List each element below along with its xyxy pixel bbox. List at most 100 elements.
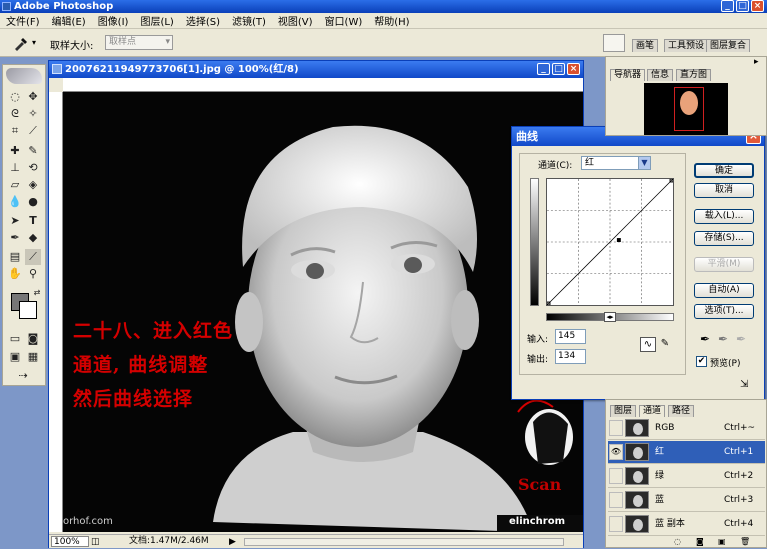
menu-filter[interactable]: 滤镜(T) [226, 13, 272, 28]
channel-row-rgb[interactable]: RGB Ctrl+~ [608, 417, 765, 440]
new-channel-icon[interactable]: ▣ [718, 537, 726, 546]
close-button[interactable]: × [751, 0, 764, 12]
zoom-tool-icon[interactable]: ⚲ [25, 266, 41, 282]
visibility-toggle[interactable] [609, 420, 623, 436]
maximize-button[interactable]: □ [736, 0, 749, 12]
palette-well-icon[interactable] [603, 34, 625, 52]
doc-maximize-button[interactable]: □ [552, 63, 565, 75]
menu-view[interactable]: 视图(V) [272, 13, 319, 28]
screen-mode-full-icon[interactable]: ▦ [25, 349, 41, 365]
navigator-thumbnail[interactable] [644, 83, 728, 135]
status-icon[interactable]: ◫ [91, 536, 100, 549]
quick-mask-mode-icon[interactable]: ◙ [25, 331, 41, 347]
channel-row-blue[interactable]: 蓝 Ctrl+3 [608, 489, 765, 512]
well-tab-brushes[interactable]: 画笔 [632, 39, 659, 52]
feather-logo-icon[interactable] [6, 68, 42, 84]
clone-stamp-tool-icon[interactable]: ⊥ [7, 160, 23, 176]
zoom-field[interactable]: 100% [51, 536, 89, 547]
pencil-icon[interactable]: ✎ [658, 337, 672, 352]
auto-button[interactable]: 自动(A) [694, 283, 754, 298]
channel-select[interactable]: 红 ▼ [581, 156, 651, 170]
slice-tool-icon[interactable]: ⟋ [25, 123, 41, 139]
crop-tool-icon[interactable]: ⌗ [7, 123, 23, 139]
load-selection-icon[interactable]: ◌ [674, 537, 681, 546]
magic-wand-tool-icon[interactable]: ✧ [25, 106, 41, 122]
menu-help[interactable]: 帮助(H) [368, 13, 415, 28]
save-selection-icon[interactable]: ◙ [696, 537, 704, 546]
visibility-toggle[interactable] [609, 492, 623, 508]
standard-mode-icon[interactable]: ▭ [7, 331, 23, 347]
tab-info[interactable]: 信息 [647, 69, 674, 81]
paint-bucket-tool-icon[interactable]: ◈ [25, 177, 41, 193]
lasso-tool-icon[interactable]: ᘓ [7, 106, 23, 122]
status-menu-arrow-icon[interactable]: ▶ [229, 536, 236, 549]
blur-tool-icon[interactable]: 💧 [7, 194, 23, 210]
brush-tool-icon[interactable]: ✎ [25, 143, 41, 159]
white-point-eyedropper-icon[interactable]: ✒ [736, 332, 746, 346]
type-tool-icon[interactable]: T [25, 213, 41, 229]
channel-row-green[interactable]: 绿 Ctrl+2 [608, 465, 765, 488]
menu-image[interactable]: 图像(I) [92, 13, 135, 28]
preview-checkbox[interactable]: ✔ [696, 356, 707, 367]
dodge-tool-icon[interactable]: ● [25, 194, 41, 210]
visibility-toggle[interactable] [609, 468, 623, 484]
tab-layers[interactable]: 图层 [610, 405, 637, 417]
visibility-toggle[interactable] [609, 516, 623, 532]
marquee-tool-icon[interactable]: ◌ [7, 89, 23, 105]
custom-shape-tool-icon[interactable]: ◆ [25, 230, 41, 246]
jump-to-imageready-icon[interactable]: ⇢ [15, 368, 31, 384]
doc-minimize-button[interactable]: _ [537, 63, 550, 75]
app-title-bar: Adobe Photoshop _ □ × [0, 0, 767, 13]
smooth-button[interactable]: 平滑(M) [694, 257, 754, 272]
tab-histogram[interactable]: 直方图 [676, 69, 712, 81]
eyedropper-icon[interactable] [12, 35, 30, 51]
resize-icon[interactable]: ⇲ [740, 379, 748, 390]
chevron-down-icon[interactable]: ▼ [638, 156, 651, 170]
notes-tool-icon[interactable]: ▤ [7, 249, 23, 265]
menu-layer[interactable]: 图层(L) [134, 13, 179, 28]
menu-window[interactable]: 窗口(W) [319, 13, 369, 28]
options-button[interactable]: 选项(T)... [694, 304, 754, 319]
image-canvas[interactable]: 二十八、进入红色 通道, 曲线调整 然后曲线选择 Scan orhof.com … [63, 92, 583, 532]
cancel-button[interactable]: 取消 [694, 183, 754, 198]
gray-point-eyedropper-icon[interactable]: ✒ [718, 332, 728, 346]
path-selection-tool-icon[interactable]: ➤ [7, 213, 23, 229]
tool-preset-dropdown-icon[interactable]: ▾ [32, 38, 36, 47]
history-brush-tool-icon[interactable]: ⟲ [25, 160, 41, 176]
save-button[interactable]: 存储(S)... [694, 231, 754, 246]
curve-edit-icon[interactable]: ∿ [640, 337, 656, 352]
minimize-button[interactable]: _ [721, 0, 734, 12]
healing-brush-tool-icon[interactable]: ✚ [7, 143, 23, 159]
tab-channels[interactable]: 通道 [639, 405, 666, 417]
curve-graph[interactable] [546, 178, 674, 306]
tab-navigator[interactable]: 导航器 [610, 69, 646, 81]
trash-icon[interactable]: 🗑 [740, 537, 750, 546]
tab-paths[interactable]: 路径 [668, 405, 695, 417]
background-color-swatch[interactable] [19, 301, 37, 319]
sample-size-select[interactable]: 取样点 [105, 35, 173, 50]
panel-menu-icon[interactable]: ▸ [754, 57, 759, 67]
channel-row-red[interactable]: 👁 红 Ctrl+1 [608, 441, 765, 464]
output-value-field[interactable]: 134 [555, 349, 586, 364]
pen-tool-icon[interactable]: ✒ [7, 230, 23, 246]
screen-mode-standard-icon[interactable]: ▣ [7, 349, 23, 365]
move-tool-icon[interactable]: ✥ [25, 89, 41, 105]
input-value-field[interactable]: 145 [555, 329, 586, 344]
doc-close-button[interactable]: × [567, 63, 580, 75]
hand-tool-icon[interactable]: ✋ [7, 266, 23, 282]
well-tab-tool-presets[interactable]: 工具预设 [664, 39, 709, 52]
load-button[interactable]: 载入(L)... [694, 209, 754, 224]
eyedropper-tool-icon[interactable]: ⟋ [25, 249, 41, 265]
gradient-toggle-icon[interactable]: ◂▸ [604, 312, 616, 322]
ok-button[interactable]: 确定 [694, 163, 754, 178]
eraser-tool-icon[interactable]: ▱ [7, 177, 23, 193]
well-tab-layer-comps[interactable]: 图层复合 [706, 39, 751, 52]
menu-file[interactable]: 文件(F) [0, 13, 46, 28]
channel-row-blue-copy[interactable]: 蓝 副本 Ctrl+4 [608, 513, 765, 536]
menu-edit[interactable]: 编辑(E) [46, 13, 92, 28]
black-point-eyedropper-icon[interactable]: ✒ [700, 332, 710, 346]
swap-colors-icon[interactable]: ⇄ [29, 285, 45, 301]
eye-icon[interactable]: 👁 [609, 444, 623, 460]
horizontal-scrollbar[interactable] [244, 538, 564, 546]
menu-select[interactable]: 选择(S) [180, 13, 226, 28]
